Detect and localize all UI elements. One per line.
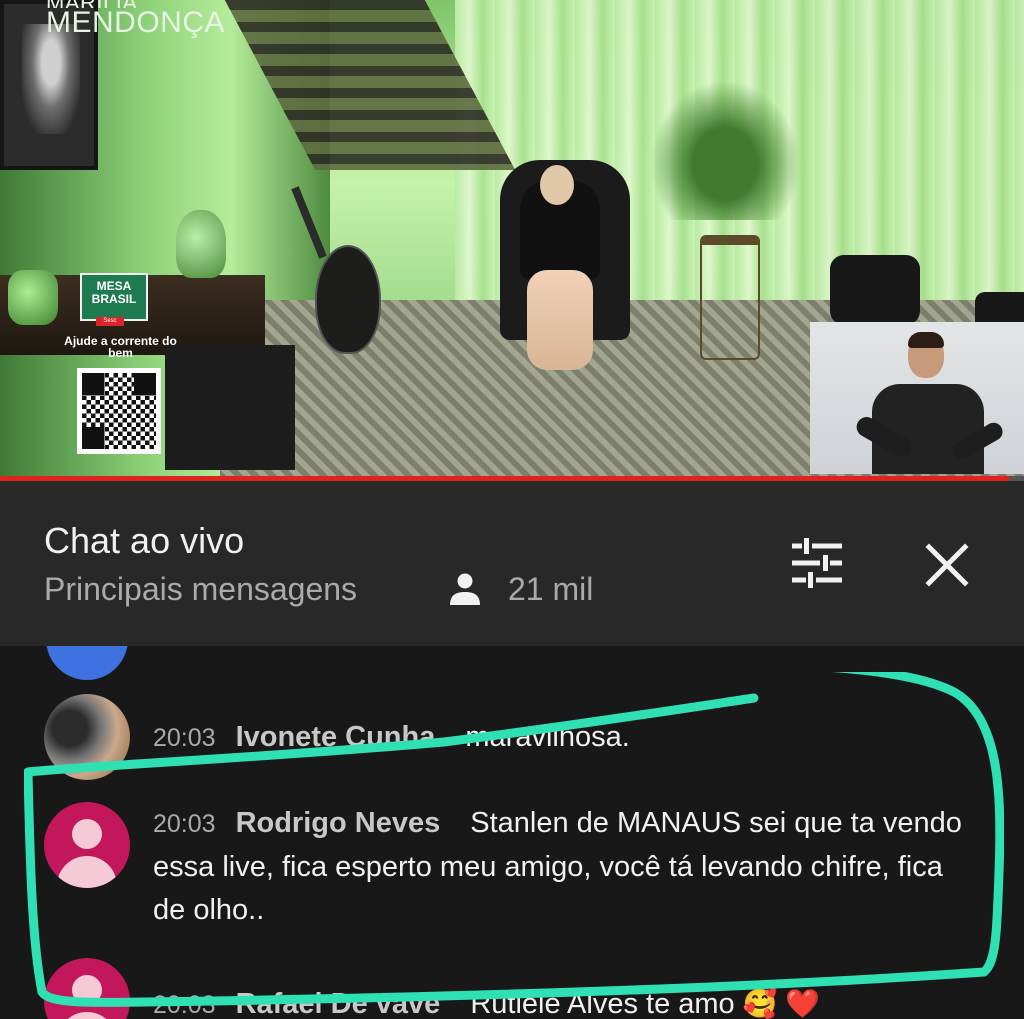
- person-icon: [450, 573, 480, 605]
- message-author[interactable]: Rodrigo Neves: [236, 807, 441, 839]
- chat-title: Chat ao vivo: [44, 520, 245, 561]
- message-author[interactable]: Ivonete Cunha: [236, 721, 436, 753]
- avatar[interactable]: [44, 694, 130, 780]
- video-scene-plant: [650, 80, 800, 220]
- video-scene-armchair: [830, 255, 920, 325]
- sponsor-tagline: Ajude a corrente do bem: [64, 334, 177, 360]
- singer-legs: [527, 270, 593, 370]
- video-player[interactable]: MARILIA MENDONÇA MESA BRASIL Sesc Ajude …: [0, 0, 1024, 478]
- video-scene-vase-small: [8, 270, 58, 325]
- avatar[interactable]: [44, 802, 130, 888]
- message-timestamp: 20:03: [153, 991, 216, 1019]
- sponsor-logo: MESA BRASIL: [80, 273, 148, 321]
- chat-mode-selector[interactable]: Principais mensagens: [44, 571, 357, 607]
- message-timestamp: 20:03: [153, 810, 216, 838]
- filter-sliders-icon[interactable]: [790, 538, 844, 588]
- chat-message: 20:03 Ivonete Cunha maravilhosa.: [153, 716, 980, 760]
- video-scene-side-table: [700, 235, 760, 360]
- close-icon[interactable]: [924, 542, 970, 588]
- message-author[interactable]: Rafael De vave: [236, 988, 441, 1019]
- message-emoji: 🥰 ❤️: [742, 988, 821, 1019]
- chat-message: 20:03 Rodrigo Neves Stanlen de MANAUS sei …: [153, 802, 980, 932]
- avatar[interactable]: [44, 958, 130, 1019]
- qr-code: [77, 368, 161, 454]
- sign-language-interpreter-inset: [810, 322, 1024, 474]
- message-timestamp: 20:03: [153, 724, 216, 752]
- chat-message-list[interactable]: 20:03 Ivonete Cunha maravilhosa. 20:03 Rodr…: [0, 646, 1024, 1019]
- video-scene-trunk: [165, 345, 295, 470]
- message-text: Rutiele Alves te amo: [470, 988, 735, 1019]
- video-scene-vase: [176, 210, 226, 278]
- viewer-count: 21 mil: [508, 571, 594, 607]
- message-text: maravilhosa.: [465, 721, 630, 753]
- video-scene-guitar: [315, 245, 381, 354]
- singer-head: [540, 165, 574, 205]
- sponsor-logo-sub: Sesc: [96, 317, 124, 326]
- avatar: [46, 646, 128, 680]
- chat-message: 20:03 Rafael De vave Rutiele Alves te amo …: [153, 982, 980, 1019]
- brand-watermark: MARILIA MENDONÇA: [46, 0, 226, 39]
- live-chat-header: Chat ao vivo Principais mensagens 21 mil: [0, 481, 1024, 646]
